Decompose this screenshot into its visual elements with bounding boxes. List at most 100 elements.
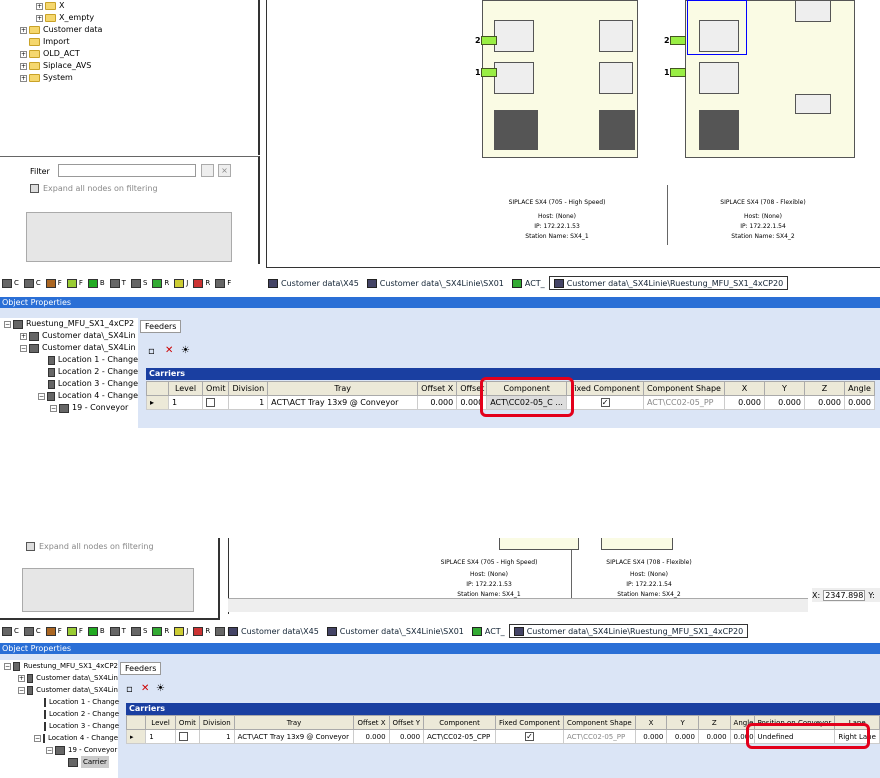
column-header[interactable]: X bbox=[723, 381, 765, 396]
collapse-icon[interactable]: − bbox=[18, 686, 25, 694]
column-header[interactable]: Offset X bbox=[417, 381, 458, 396]
column-header[interactable]: Component Shape bbox=[642, 381, 725, 396]
omit-checkbox[interactable] bbox=[178, 732, 188, 741]
offset-y-cell[interactable]: 0.000 bbox=[388, 729, 425, 744]
collapse-icon[interactable]: − bbox=[34, 734, 41, 742]
feeder-module[interactable] bbox=[599, 20, 633, 52]
collapse-icon[interactable]: − bbox=[4, 662, 11, 670]
column-header[interactable]: Angle bbox=[843, 381, 875, 396]
expand-icon[interactable]: + bbox=[20, 332, 27, 340]
omit-checkbox[interactable] bbox=[206, 398, 215, 407]
column-header[interactable]: Offset X bbox=[353, 715, 390, 730]
tab-icon[interactable] bbox=[152, 626, 163, 636]
collapse-icon[interactable]: − bbox=[50, 404, 57, 412]
expand-icon[interactable]: + bbox=[20, 50, 27, 58]
column-header[interactable]: Y bbox=[666, 715, 699, 730]
line-canvas[interactable]: 2 1 2 1 SIPLACE SX4 (705 - High Speed) Ho… bbox=[266, 0, 880, 268]
tray-cell[interactable]: ACT\ACT Tray 13x9 @ Conveyor bbox=[233, 729, 355, 744]
column-header[interactable]: Division bbox=[228, 381, 269, 396]
doc-tab[interactable]: Customer data\X45 bbox=[264, 276, 363, 290]
tab-icon[interactable] bbox=[109, 278, 120, 288]
row-selector[interactable]: ▸ bbox=[125, 729, 147, 744]
filter-clear-button[interactable]: × bbox=[218, 164, 231, 177]
obj-tree-item[interactable]: Location 3 - Change bbox=[4, 720, 119, 732]
expand-all-checkbox[interactable] bbox=[30, 184, 39, 193]
tab-icon[interactable] bbox=[45, 278, 56, 288]
component-cell[interactable]: ACT\CC02-05_CPP bbox=[423, 729, 496, 744]
obj-tree-item[interactable]: −19 - Conveyor bbox=[4, 744, 118, 756]
obj-tree-item[interactable]: − Customer data\_SX4Lin bbox=[4, 684, 118, 696]
feeder-module[interactable] bbox=[699, 62, 739, 94]
tab-icon[interactable] bbox=[66, 626, 77, 636]
doc-tab[interactable]: ACT_ bbox=[468, 624, 509, 638]
doc-tab[interactable]: ACT_ bbox=[508, 276, 549, 290]
expand-icon[interactable]: + bbox=[36, 14, 43, 22]
omit-cell[interactable] bbox=[201, 395, 230, 410]
column-header[interactable]: Tray bbox=[267, 381, 419, 396]
obj-tree-item[interactable]: Location 1 - Change bbox=[4, 354, 138, 366]
tab-feeders[interactable]: Feeders bbox=[140, 320, 182, 333]
obj-tree-item[interactable]: + Customer data\_SX4Lin bbox=[4, 672, 118, 684]
z-cell[interactable]: 0.000 bbox=[697, 729, 731, 744]
obj-tree-item[interactable]: + Customer data\_SX4Lin bbox=[4, 330, 138, 342]
new-icon[interactable]: ▫ bbox=[148, 346, 155, 357]
column-header[interactable]: Z bbox=[697, 715, 731, 730]
division-cell[interactable]: 1 bbox=[228, 395, 269, 410]
feeder-module[interactable] bbox=[795, 0, 831, 22]
tree-item[interactable]: + OLD_ACT bbox=[20, 48, 258, 60]
tree-item[interactable]: + Siplace_AVS bbox=[20, 60, 258, 72]
tab-icon[interactable] bbox=[130, 278, 141, 288]
level-cell[interactable]: 1 bbox=[145, 729, 176, 744]
column-header[interactable]: Component Shape bbox=[562, 715, 636, 730]
expand-icon[interactable]: + bbox=[20, 26, 27, 34]
offset-x-cell[interactable]: 0.000 bbox=[353, 729, 390, 744]
obj-tree-item[interactable]: − Ruestung_MFU_SX1_4xCP2 bbox=[4, 660, 118, 672]
feeder-module[interactable] bbox=[494, 62, 534, 94]
offset-x-cell[interactable]: 0.000 bbox=[417, 395, 458, 410]
tree-item[interactable]: Import bbox=[20, 36, 258, 48]
tab-icon[interactable] bbox=[23, 278, 34, 288]
column-header[interactable]: X bbox=[634, 715, 668, 730]
expand-icon[interactable]: + bbox=[20, 74, 27, 82]
row-selector[interactable]: ▸ bbox=[146, 395, 169, 410]
column-header[interactable]: Level bbox=[145, 715, 176, 730]
tab-icon[interactable] bbox=[87, 278, 98, 288]
tree-item[interactable]: + System bbox=[20, 72, 258, 84]
obj-tree-item[interactable]: Location 1 - Change bbox=[4, 696, 119, 708]
division-cell[interactable]: 1 bbox=[198, 729, 235, 744]
doc-tab[interactable]: Customer data\_SX4Linie\SX01 bbox=[323, 624, 468, 638]
doc-tab-active[interactable]: Customer data\_SX4Linie\Ruestung_MFU_SX1… bbox=[508, 624, 749, 638]
tree-item[interactable]: + Customer data bbox=[20, 24, 258, 36]
column-header[interactable]: Offset Y bbox=[388, 715, 425, 730]
tab-icon[interactable] bbox=[130, 626, 141, 636]
tray-cell[interactable]: ACT\ACT Tray 13x9 @ Conveyor bbox=[267, 395, 419, 410]
column-header[interactable]: Division bbox=[198, 715, 235, 730]
collapse-icon[interactable]: − bbox=[20, 344, 27, 352]
horizontal-scrollbar[interactable] bbox=[228, 598, 808, 612]
tree-item[interactable]: + X bbox=[20, 0, 258, 12]
expand-icon[interactable]: + bbox=[18, 674, 25, 682]
doc-tab[interactable]: Customer data\X45 bbox=[224, 624, 323, 638]
tab-icon[interactable] bbox=[2, 278, 12, 288]
fixed-component-checkbox[interactable]: ✓ bbox=[600, 398, 610, 407]
delete-icon[interactable]: ✕ bbox=[141, 683, 149, 694]
column-header[interactable]: Omit bbox=[174, 715, 200, 730]
omit-cell[interactable] bbox=[174, 729, 200, 744]
obj-tree-item[interactable]: − Ruestung_MFU_SX1_4xCP2 bbox=[4, 318, 138, 330]
tab-icon[interactable] bbox=[87, 626, 98, 636]
z-cell[interactable]: 0.000 bbox=[803, 395, 845, 410]
tray-module[interactable] bbox=[494, 110, 538, 150]
obj-tree-item-selected[interactable]: Carrier bbox=[4, 756, 118, 768]
new-icon[interactable]: ▫ bbox=[126, 684, 133, 695]
angle-cell[interactable]: 0.000 bbox=[843, 395, 875, 410]
column-header[interactable]: Component bbox=[423, 715, 496, 730]
feeder-module[interactable] bbox=[599, 62, 633, 94]
y-cell[interactable]: 0.000 bbox=[666, 729, 699, 744]
obj-tree-item[interactable]: Location 2 - Change bbox=[4, 366, 138, 378]
sun-icon[interactable]: ☀ bbox=[181, 345, 190, 356]
x-cell[interactable]: 0.000 bbox=[723, 395, 765, 410]
fixed-component-checkbox[interactable]: ✓ bbox=[524, 732, 534, 741]
collapse-icon[interactable]: − bbox=[46, 746, 53, 754]
column-header[interactable]: Omit bbox=[201, 381, 230, 396]
obj-tree-item[interactable]: Location 3 - Change bbox=[4, 378, 138, 390]
